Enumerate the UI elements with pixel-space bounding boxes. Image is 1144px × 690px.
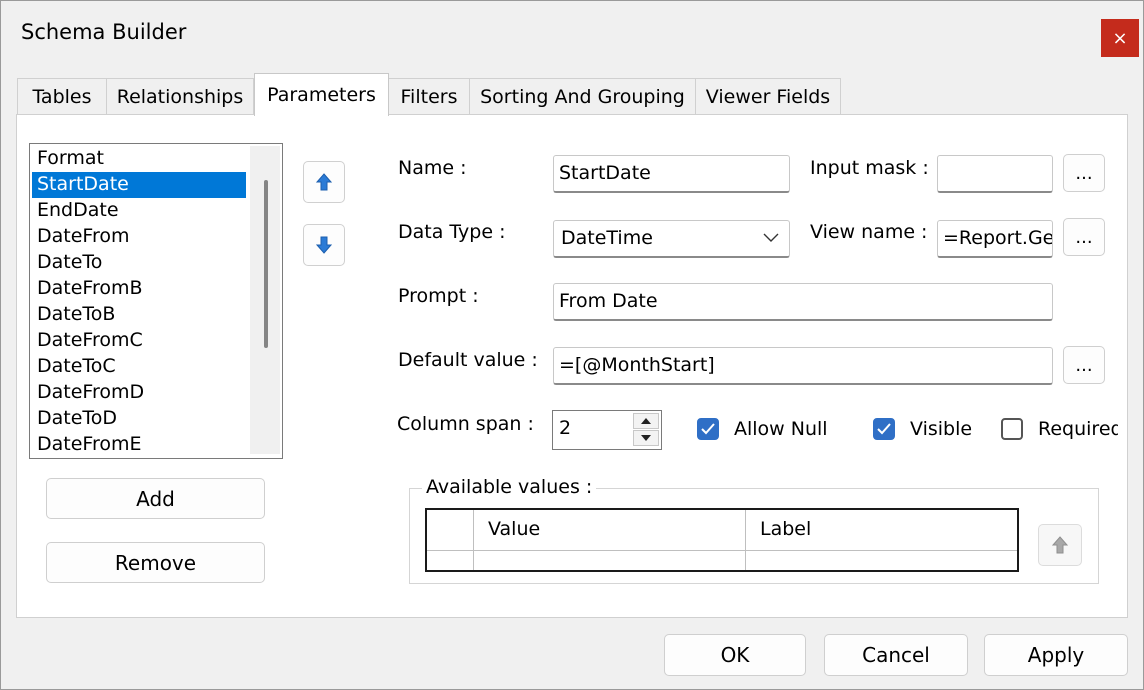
list-item[interactable]: DateToB <box>32 302 246 328</box>
grid-header-label[interactable]: Label <box>760 518 811 540</box>
grid-divider <box>745 510 746 570</box>
tab-filters[interactable]: Filters <box>388 78 470 114</box>
list-item[interactable]: DateFromE <box>32 432 246 458</box>
required-label: Required <box>1038 418 1118 440</box>
list-item[interactable]: DateFromC <box>32 328 246 354</box>
caret-down-icon <box>641 435 651 441</box>
grid-divider <box>473 510 474 570</box>
data-type-label: Data Type : <box>398 221 506 243</box>
default-value-browse-button[interactable]: ... <box>1063 346 1105 384</box>
visible-checkbox[interactable] <box>873 418 895 440</box>
grid-move-up-button[interactable] <box>1038 524 1082 566</box>
required-checkbox[interactable] <box>1001 418 1023 440</box>
view-name-input[interactable]: =Report.Ge <box>937 220 1053 258</box>
allow-null-label: Allow Null <box>734 418 828 440</box>
caret-up-icon <box>641 418 651 424</box>
remove-button[interactable]: Remove <box>46 542 265 583</box>
input-mask-browse-button[interactable]: ... <box>1063 154 1105 192</box>
list-item-selected[interactable]: StartDate <box>32 172 246 198</box>
move-down-button[interactable] <box>303 224 345 266</box>
list-item[interactable]: DateFromB <box>32 276 246 302</box>
spin-up-button[interactable] <box>633 413 659 429</box>
tab-tables[interactable]: Tables <box>17 78 107 114</box>
ok-button[interactable]: OK <box>664 634 806 676</box>
list-scrollbar[interactable] <box>250 146 280 454</box>
scrollbar-thumb[interactable] <box>264 180 268 348</box>
arrow-up-icon <box>316 173 332 191</box>
default-value-label: Default value : <box>398 349 538 371</box>
prompt-label: Prompt : <box>398 285 479 307</box>
tab-sorting-and-grouping[interactable]: Sorting And Grouping <box>469 78 696 114</box>
checkmark-icon <box>701 423 715 435</box>
view-name-label: View name : <box>810 221 928 243</box>
apply-button[interactable]: Apply <box>984 634 1128 676</box>
available-values-grid[interactable]: Value Label <box>425 508 1019 572</box>
title-bar: Schema Builder × <box>1 1 1143 65</box>
arrow-down-icon <box>316 236 332 254</box>
add-button[interactable]: Add <box>46 478 265 519</box>
tab-parameters[interactable]: Parameters <box>254 73 389 116</box>
input-mask-label: Input mask : <box>810 157 929 179</box>
data-type-select[interactable]: DateTime <box>553 220 790 258</box>
column-span-spinner[interactable]: 2 <box>552 410 662 450</box>
prompt-input[interactable]: From Date <box>553 283 1053 321</box>
list-item[interactable]: DateFromD <box>32 380 246 406</box>
name-label: Name : <box>398 157 467 179</box>
grid-divider <box>427 550 1017 551</box>
tab-relationships[interactable]: Relationships <box>106 78 254 114</box>
tab-viewer-fields[interactable]: Viewer Fields <box>695 78 841 114</box>
view-name-browse-button[interactable]: ... <box>1063 218 1105 256</box>
spin-down-button[interactable] <box>633 430 659 446</box>
cancel-button[interactable]: Cancel <box>824 634 968 676</box>
list-item[interactable]: DateToD <box>32 406 246 432</box>
default-value-input[interactable]: =[@MonthStart] <box>553 347 1053 385</box>
visible-label: Visible <box>910 418 973 440</box>
list-item[interactable]: DateFrom <box>32 224 246 250</box>
list-item[interactable]: EndDate <box>32 198 246 224</box>
input-mask-input[interactable] <box>937 155 1053 193</box>
window-title: Schema Builder <box>21 20 187 44</box>
list-item[interactable]: DateToC <box>32 354 246 380</box>
grid-header-value[interactable]: Value <box>488 518 540 540</box>
parameters-listbox[interactable]: Format StartDate EndDate DateFrom DateTo… <box>29 143 283 459</box>
move-up-button[interactable] <box>303 161 345 203</box>
close-icon: × <box>1112 27 1128 49</box>
column-span-label: Column span : <box>397 413 534 435</box>
arrow-up-icon <box>1052 536 1068 554</box>
chevron-down-icon <box>763 233 779 242</box>
data-type-value: DateTime <box>561 227 653 249</box>
name-input[interactable]: StartDate <box>553 155 790 193</box>
close-button[interactable]: × <box>1101 19 1139 57</box>
allow-null-checkbox[interactable] <box>697 418 719 440</box>
list-item[interactable]: DateTo <box>32 250 246 276</box>
available-values-title: Available values : <box>422 476 597 498</box>
column-span-value: 2 <box>559 417 572 439</box>
checkmark-icon <box>877 423 891 435</box>
list-item[interactable]: Format <box>32 146 246 172</box>
